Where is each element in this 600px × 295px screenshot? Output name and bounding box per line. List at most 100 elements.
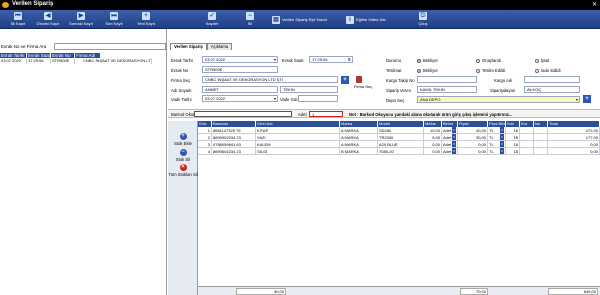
cell[interactable]: A MARKA (340, 127, 378, 134)
cell[interactable]: 18 (506, 127, 520, 134)
cell[interactable]: A20 BLUE (378, 141, 424, 148)
firma-field[interactable]: CNBC İNŞAAT VE DEKORASYON LTD ŞTİ (202, 76, 338, 83)
chevron-down-icon[interactable]: ▾ (500, 148, 504, 154)
kargo-takip-field[interactable] (417, 76, 477, 83)
search-input[interactable] (54, 43, 166, 50)
cell[interactable]: 40,00 (458, 127, 488, 134)
cell[interactable]: TL ▾ (488, 148, 506, 155)
cell[interactable]: 8690604234 23 (212, 148, 256, 155)
teslimat-radio-bekliyor[interactable]: Bekliyor (417, 68, 438, 73)
new-record-button[interactable]: + Yeni Kayıt (131, 10, 161, 29)
chevron-down-icon[interactable]: ▾ (500, 134, 504, 140)
chevron-down-icon[interactable]: ▾ (500, 127, 504, 133)
cell[interactable]: TL ▾ (488, 141, 506, 148)
cell[interactable]: 0,00 (458, 141, 488, 148)
print-report-button[interactable]: ▤ Verilen Sipariş Rpt Yazdır (272, 10, 342, 29)
cell[interactable]: Adet ▾ (442, 134, 458, 141)
cell[interactable]: 18 (506, 148, 520, 155)
delete-button[interactable]: − Sil (240, 10, 260, 29)
teslimat-radio-teslim[interactable]: Teslim Edildi (476, 68, 505, 73)
cell[interactable]: 10,00 (424, 127, 442, 134)
chevron-down-icon[interactable]: ▾ (576, 97, 578, 102)
cell[interactable]: TL ▾ (488, 127, 506, 134)
cell[interactable]: B MARKA (340, 148, 378, 155)
cell[interactable] (520, 141, 534, 148)
previous-record-button[interactable]: ◀ Önceki Kayıt (33, 10, 63, 29)
durumu-radio-bekliyor[interactable]: Bekliyor (417, 58, 438, 63)
vade-tarihi-field[interactable]: 03.07.2022 ▾ (202, 95, 278, 102)
next-record-button[interactable]: ▶ Sonraki Kayıt (64, 10, 98, 29)
kargo-adi-field[interactable] (524, 76, 580, 83)
cell[interactable]: A MARKA (340, 141, 378, 148)
cell[interactable]: 5,00 (424, 134, 442, 141)
cell[interactable] (520, 134, 534, 141)
delete-all-stock-button[interactable]: × Tüm Stokları Sil (168, 164, 198, 177)
table-row[interactable]: 4 8690604234 23 SİLGİ B MARKA 7085-20 0,… (198, 148, 600, 155)
cell[interactable]: 7085-20 (378, 148, 424, 155)
cell[interactable]: 0,00 (424, 141, 442, 148)
cell[interactable] (534, 141, 548, 148)
cell[interactable]: SD280 (378, 127, 424, 134)
firma-sec-button[interactable]: Firma Seç (354, 84, 372, 89)
cell[interactable] (534, 148, 548, 155)
soyadi-field[interactable]: TEKİN (280, 86, 338, 93)
training-video-button[interactable]: i Eğitim Video İzle (346, 10, 398, 29)
cell[interactable]: KALEM (256, 141, 340, 148)
add-firma-icon[interactable]: + (341, 76, 349, 84)
durumu-radio-onaylandi[interactable]: Onaylandı (476, 58, 501, 63)
adet-input[interactable]: 1 (309, 111, 343, 117)
cell[interactable] (534, 134, 548, 141)
calendar-icon[interactable]: ▾ (274, 96, 276, 101)
cell[interactable] (534, 127, 548, 134)
cell[interactable]: KİTAP (256, 127, 340, 134)
last-record-button[interactable]: ⏭ Son Kayıt (100, 10, 128, 29)
cell[interactable]: TL ▾ (488, 134, 506, 141)
tab-aciklama[interactable]: Açıklama (206, 43, 233, 50)
chevron-down-icon[interactable]: ▾ (500, 141, 504, 147)
chevron-down-icon[interactable]: ▾ (452, 134, 456, 140)
barcode-input[interactable] (194, 111, 292, 117)
teslimat-radio-iade[interactable]: İade Edildi (535, 68, 561, 73)
add-stock-button[interactable]: + Stok Ekle (168, 133, 198, 146)
chevron-down-icon[interactable]: ▾ (452, 148, 456, 154)
adi-field[interactable]: AHMET (202, 86, 278, 93)
evrak-tarihi-field[interactable]: 03.07.2022 ▾ (202, 56, 278, 63)
cell[interactable]: YAZI (256, 134, 340, 141)
cell[interactable]: Adet ▾ (442, 141, 458, 148)
cell[interactable]: 8690902034 23 (212, 134, 256, 141)
cell[interactable]: 0,00 (458, 148, 488, 155)
cell[interactable]: Adet ▾ (442, 127, 458, 134)
table-row[interactable]: 1 8681147325 79 KİTAP A MARKA SD280 10,0… (198, 127, 600, 134)
spinner-icon[interactable]: ⇅ (348, 57, 351, 62)
cell[interactable]: SİLGİ (256, 148, 340, 155)
sipariskayan-field[interactable]: Ali KOÇ (524, 86, 580, 93)
cell[interactable]: Adet ▾ (442, 148, 458, 155)
cell[interactable]: 9786059841 63 (212, 141, 256, 148)
tab-verilen-siparis[interactable]: Verilen Sipariş (170, 43, 207, 50)
calendar-icon[interactable]: ▾ (274, 57, 276, 62)
cell[interactable]: 8681147325 79 (212, 127, 256, 134)
save-button[interactable]: ✓ Kaydet (200, 10, 224, 29)
cell[interactable]: 0,00 (424, 148, 442, 155)
evrak-saati-field[interactable]: 17:25:54 ⇅ (309, 56, 353, 63)
cell[interactable]: 18 (506, 134, 520, 141)
list-item[interactable]: 03.07.2022 17:25:54 STR500E CNBC İNŞAAT … (0, 58, 152, 64)
chevron-down-icon[interactable]: ▾ (452, 127, 456, 133)
cell[interactable]: 18 (506, 141, 520, 148)
exit-button[interactable]: ⎋ Çıkış (414, 10, 432, 29)
delete-stock-button[interactable]: − Stok Sil (168, 149, 198, 162)
siparis-veren-field[interactable]: KAMİL TEKİN (417, 86, 477, 93)
vade-gunu-field[interactable] (298, 95, 338, 102)
add-depo-icon[interactable]: + (583, 95, 591, 103)
depo-select[interactable]: ANA DEPO ▾ (417, 96, 580, 103)
cell[interactable] (520, 127, 534, 134)
evrak-no-field[interactable]: STR500E (202, 66, 278, 73)
cell[interactable]: 30,00 (458, 134, 488, 141)
table-row[interactable]: 3 9786059841 63 KALEM A MARKA A20 BLUE 0… (198, 141, 600, 148)
cell[interactable]: TR2300 (378, 134, 424, 141)
close-icon[interactable]: ✕ (592, 1, 597, 8)
cell[interactable] (520, 148, 534, 155)
cell[interactable]: A MARKA (340, 134, 378, 141)
chevron-down-icon[interactable]: ▾ (452, 141, 456, 147)
first-record-button[interactable]: ⏮ İlk Kayıt (4, 10, 32, 29)
